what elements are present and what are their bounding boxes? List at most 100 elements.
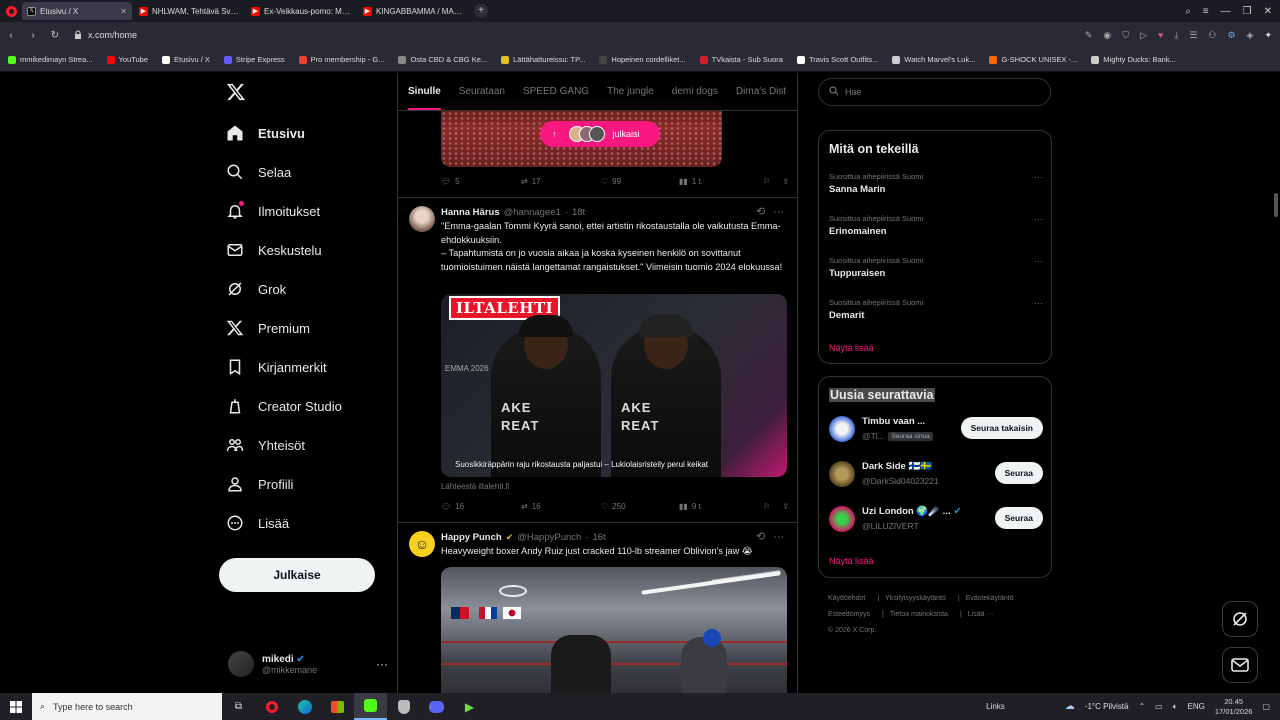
nav-item-1[interactable]: Selaa xyxy=(226,160,291,184)
nav-item-10[interactable]: Lisää xyxy=(226,511,289,535)
tweet-media-boxing[interactable] xyxy=(441,567,787,693)
list-icon[interactable]: ☰ xyxy=(1189,30,1197,41)
network-icon[interactable]: ▭ xyxy=(1155,702,1163,711)
footer-link[interactable]: Evästekäytäntö xyxy=(966,595,1014,602)
footer-link[interactable]: Esteettömyys xyxy=(828,611,870,618)
bookmark-item[interactable]: Lättähattureissu: TP... xyxy=(501,55,585,64)
footer-link[interactable]: Yksityisyyskäytäntö xyxy=(885,595,946,602)
author-name[interactable]: Hanna Härus xyxy=(441,207,500,218)
reply-button[interactable]: 💬︎ 5 xyxy=(441,177,521,186)
nav-item-8[interactable]: Yhteisöt xyxy=(226,433,305,457)
task-view-icon[interactable]: ⧉ xyxy=(222,693,255,720)
store-app-icon[interactable] xyxy=(321,693,354,720)
download-icon[interactable]: ⤓ xyxy=(1174,30,1178,41)
who-to-follow-item[interactable]: Timbu vaan ... @Ti... Seuraa sinua Seuraa t… xyxy=(829,415,1043,445)
bookmark-item[interactable]: Travis Scott Outfits... xyxy=(796,55,878,64)
post-button[interactable]: Julkaise xyxy=(219,558,375,592)
camera-icon[interactable]: ◉ xyxy=(1103,30,1111,41)
more-icon[interactable]: ··· xyxy=(773,206,784,218)
like-button[interactable]: ♡ 99 xyxy=(601,177,679,186)
footer-link[interactable]: Käyttöehdot xyxy=(828,595,865,602)
menu-icon[interactable]: ≡ xyxy=(1203,6,1209,17)
close-icon[interactable]: ✕ xyxy=(120,7,127,16)
tweet-time[interactable]: 18t xyxy=(572,207,585,218)
trend-item[interactable]: Suosittua aihepiirissä Suomi Tuppuraisen ·… xyxy=(829,256,1043,279)
views-button[interactable]: ▮▮ 9 t. xyxy=(679,502,757,511)
browser-tab-2[interactable]: ▶ NHLWAM, Tehtävä Sveitsi xyxy=(134,2,244,20)
opera-app-icon[interactable] xyxy=(255,693,288,720)
follow-button[interactable]: Seuraa takaisin xyxy=(960,417,1043,439)
more-icon[interactable]: ··· xyxy=(1034,256,1043,266)
bookmark-item[interactable]: mmikedimayn Strea... xyxy=(8,55,93,64)
nav-item-4[interactable]: Grok xyxy=(226,277,286,301)
nav-item-7[interactable]: Creator Studio xyxy=(226,394,342,418)
edit-icon[interactable]: ✎ xyxy=(1085,30,1093,41)
grok-fab[interactable] xyxy=(1222,601,1258,637)
more-icon[interactable]: ··· xyxy=(1034,298,1043,308)
nav-item-3[interactable]: Keskustelu xyxy=(226,238,322,262)
bookmark-item[interactable]: Stripe Express xyxy=(223,55,285,64)
share-icon[interactable]: ⇪ xyxy=(782,177,789,186)
scrollbar[interactable] xyxy=(1274,193,1278,217)
windows-start-icon[interactable] xyxy=(0,693,32,720)
bookmark-item[interactable]: Osta CBD & CBG Ke... xyxy=(398,55,487,64)
bookmark-item[interactable]: YouTube xyxy=(106,55,148,64)
trends-show-more[interactable]: Näytä lisää xyxy=(829,343,874,353)
tweet-media-news[interactable]: ILTALEHTI EMMA 2026 AKE REAT AKE REAT Su… xyxy=(441,294,787,477)
forward-icon[interactable]: › xyxy=(22,30,44,41)
avatar[interactable]: ☺ xyxy=(409,531,435,557)
grok-icon[interactable]: ⟲ xyxy=(756,530,765,543)
follow-button[interactable]: Seuraa xyxy=(994,462,1043,484)
search-input[interactable]: Hae xyxy=(818,78,1051,106)
opera-logo-icon[interactable] xyxy=(0,0,22,22)
trend-item[interactable]: Suosittua aihepiirissä Suomi Erinomainen ·… xyxy=(829,214,1043,237)
more-icon[interactable]: ··· xyxy=(773,531,784,543)
new-posts-pill[interactable]: ↑ julkaisi xyxy=(540,121,660,147)
who-to-follow-item[interactable]: Dark Side 🇫🇮🇸🇪 @DarkSid04023221 Seuraa xyxy=(829,460,1043,490)
heart-icon[interactable]: ♥ xyxy=(1158,30,1163,40)
reload-icon[interactable]: ↻ xyxy=(44,30,66,41)
back-icon[interactable]: ‹ xyxy=(0,30,22,41)
kick-app-icon[interactable] xyxy=(354,693,387,720)
nav-item-2[interactable]: Ilmoitukset xyxy=(226,199,320,223)
reply-button[interactable]: 💬︎ 16 xyxy=(441,502,521,511)
nav-item-9[interactable]: Profiili xyxy=(226,472,293,496)
bookmark-item[interactable]: Pro membership - G... xyxy=(298,55,384,64)
taskbar-search[interactable]: ⌕ Type here to search xyxy=(32,693,222,720)
grok-icon[interactable]: ⟲ xyxy=(756,205,765,218)
volume-icon[interactable]: 🔈︎ xyxy=(1173,702,1178,712)
more-icon[interactable]: ··· xyxy=(1034,172,1043,182)
trend-item[interactable]: Suosittua aihepiirissä Suomi Demarit ··· xyxy=(829,298,1043,321)
account-switcher[interactable]: mikedi ✔ @mikkemane ··· xyxy=(228,649,388,679)
search-icon[interactable]: ⌕ xyxy=(1185,6,1191,17)
author-handle[interactable]: @HappyPunch xyxy=(517,532,581,543)
maximize-icon[interactable]: ❐ xyxy=(1243,6,1252,17)
author-name[interactable]: Happy Punch xyxy=(441,532,502,543)
timeline-tab-5[interactable]: Dima's Dist xyxy=(736,73,786,110)
clock[interactable]: 20.45 17/01/2026 xyxy=(1215,697,1253,717)
more-icon[interactable]: ··· xyxy=(376,657,388,671)
bookmark-item[interactable]: TVkaista - Sub Suora xyxy=(699,55,783,64)
cube-icon[interactable]: ◈ xyxy=(1247,30,1254,41)
play-icon[interactable]: ▷ xyxy=(1140,30,1147,41)
edge-app-icon[interactable] xyxy=(288,693,321,720)
browser-tab-3[interactable]: ▶ Ex-Veikkaus-pomo: Miksi xyxy=(246,2,356,20)
extension-icon[interactable]: ⚙ xyxy=(1227,30,1235,41)
chevron-up-icon[interactable]: ⌃ xyxy=(1138,702,1145,711)
shield-icon[interactable]: ⛉ xyxy=(1122,30,1129,41)
repost-button[interactable]: ⇄ 16 xyxy=(521,502,601,511)
who-show-more[interactable]: Näytä lisää xyxy=(829,556,874,566)
discord-app-icon[interactable] xyxy=(420,693,453,720)
footer-link[interactable]: Tietoa mainoksista xyxy=(890,611,948,618)
timeline-tab-1[interactable]: Seurataan xyxy=(459,73,505,110)
weather-icon[interactable]: ☁ xyxy=(1065,701,1075,712)
timeline-tab-0[interactable]: Sinulle xyxy=(408,73,441,110)
browser-tab-1[interactable]: 𝕏 Etusivu / X ✕ xyxy=(22,2,132,20)
more-icon[interactable]: ··· xyxy=(1034,214,1043,224)
notifications-icon[interactable]: ▢ xyxy=(1262,702,1270,711)
timeline-tab-2[interactable]: SPEED GANG xyxy=(523,73,589,110)
links-toolbar[interactable]: Links xyxy=(986,702,1005,711)
nav-item-0[interactable]: Etusivu xyxy=(226,121,305,145)
footer-link[interactable]: Lisää ··· xyxy=(968,611,994,618)
trend-item[interactable]: Suosittua aihepiirissä Suomi Sanna Marin ·… xyxy=(829,172,1043,195)
